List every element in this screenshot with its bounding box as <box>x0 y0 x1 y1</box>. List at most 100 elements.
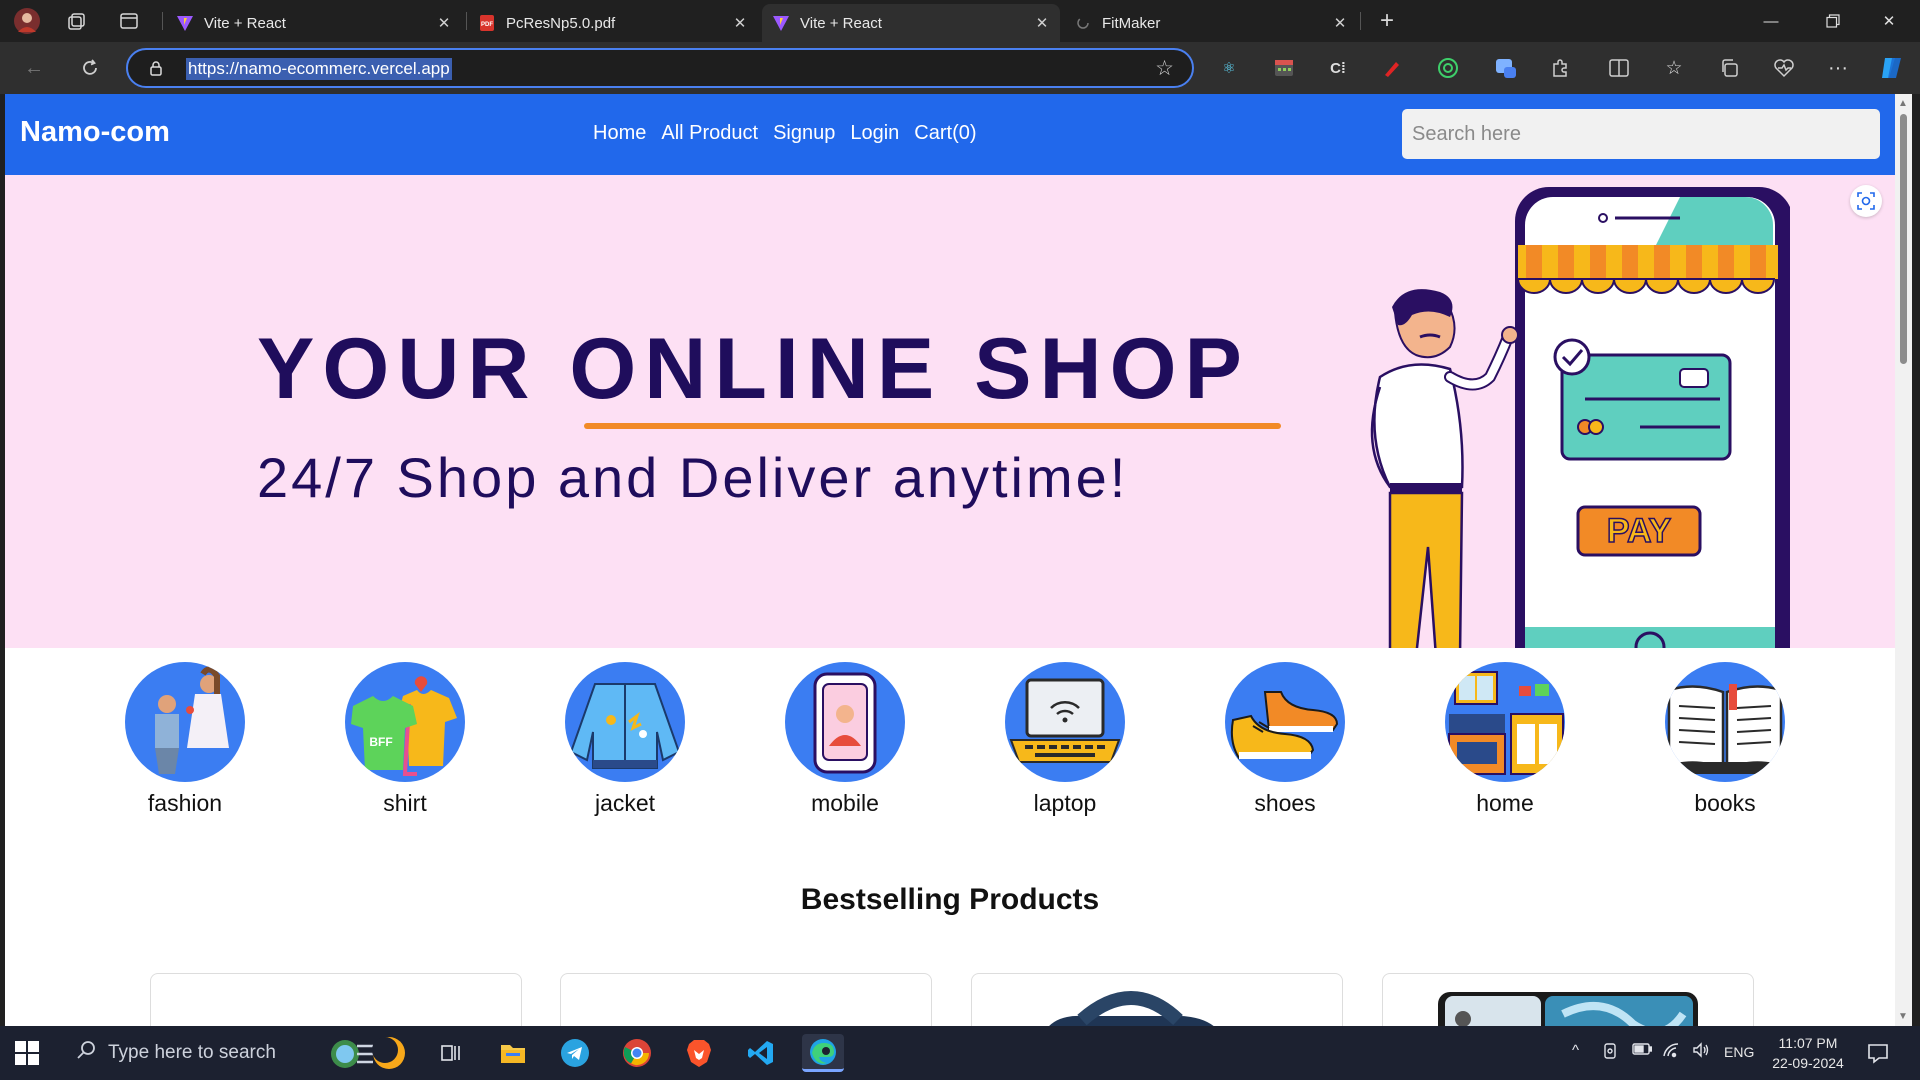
close-icon[interactable]: ✕ <box>1332 14 1348 32</box>
collections-icon[interactable] <box>1715 54 1743 82</box>
telegram-icon[interactable] <box>554 1034 596 1072</box>
shoes-icon <box>1225 662 1345 782</box>
volume-icon[interactable] <box>1692 1042 1710 1062</box>
show-hidden-icons[interactable]: ^ <box>1572 1042 1579 1059</box>
hero-banner: YOUR ONLINE SHOP 24/7 Shop and Deliver a… <box>5 175 1895 648</box>
edge-icon[interactable] <box>802 1034 844 1072</box>
profile-avatar[interactable] <box>12 6 42 36</box>
product-card[interactable] <box>560 973 932 1026</box>
shirt-icon: BFF <box>345 662 465 782</box>
browser-tab-2[interactable]: PDF PcResNp5.0.pdf ✕ <box>468 4 758 42</box>
hero-subtitle: 24/7 Shop and Deliver anytime! <box>257 446 1129 509</box>
product-card[interactable] <box>150 973 522 1026</box>
category-mobile[interactable]: mobile <box>765 662 925 817</box>
file-explorer-icon[interactable] <box>492 1034 534 1072</box>
visual-search-icon[interactable] <box>1850 185 1882 217</box>
extension-code-icon[interactable]: C⁞ <box>1324 54 1352 82</box>
url-text[interactable]: https://namo-ecommerc.vercel.app <box>186 58 452 80</box>
category-books[interactable]: books <box>1645 662 1805 817</box>
browser-tab-3[interactable]: Vite + React ✕ <box>762 4 1060 42</box>
loading-icon <box>1074 14 1092 32</box>
close-icon[interactable]: ✕ <box>1034 14 1050 32</box>
tab-separator <box>466 12 467 30</box>
extension-screenshot-icon[interactable] <box>1492 54 1520 82</box>
network-device-icon[interactable] <box>1602 1042 1618 1064</box>
category-fashion[interactable]: fashion <box>105 662 265 817</box>
extension-pen-icon[interactable] <box>1378 54 1406 82</box>
windows-start-icon[interactable] <box>14 1040 40 1066</box>
taskbar-search-placeholder: Type here to search <box>108 1042 276 1063</box>
address-bar[interactable]: https://namo-ecommerc.vercel.app ☆ <box>126 48 1194 88</box>
nav-link-cart[interactable]: Cart(0) <box>914 122 976 145</box>
extension-target-icon[interactable] <box>1434 54 1462 82</box>
category-label: mobile <box>811 790 879 816</box>
search-input[interactable] <box>1402 109 1880 159</box>
react-devtools-icon[interactable]: ⚛ <box>1215 54 1243 82</box>
battery-icon[interactable] <box>1632 1042 1653 1060</box>
notification-center-icon[interactable] <box>1866 1041 1890 1065</box>
nav-link-login[interactable]: Login <box>850 122 899 145</box>
browser-tab-strip: Vite + React ✕ PDF PcResNp5.0.pdf ✕ Vite… <box>0 0 1920 42</box>
vite-icon <box>772 14 790 32</box>
category-label: shoes <box>1254 790 1316 816</box>
extension-calendar-icon[interactable] <box>1270 54 1298 82</box>
category-label: books <box>1694 790 1756 816</box>
category-home[interactable]: home <box>1425 662 1585 817</box>
scroll-up-icon[interactable]: ▲ <box>1898 98 1908 109</box>
split-screen-icon[interactable] <box>1605 54 1633 82</box>
close-icon[interactable]: ✕ <box>732 14 748 32</box>
category-label: jacket <box>594 790 656 816</box>
books-icon <box>1665 662 1785 782</box>
windows-taskbar: Type here to search ^ ENG 11:07 PM 22-09… <box>0 1026 1920 1080</box>
category-jacket[interactable]: jacket <box>545 662 705 817</box>
scroll-down-icon[interactable]: ▼ <box>1898 1011 1908 1022</box>
browser-tab-4[interactable]: FitMaker ✕ <box>1064 4 1358 42</box>
nav-link-all-product[interactable]: All Product <box>661 122 758 145</box>
home-icon <box>1445 662 1565 782</box>
system-clock[interactable]: 11:07 PM 22-09-2024 <box>1768 1033 1848 1073</box>
restore-icon[interactable] <box>1810 6 1856 36</box>
more-menu-icon[interactable]: ··· <box>1824 54 1852 82</box>
minimize-icon[interactable]: — <box>1748 6 1794 36</box>
close-window-icon[interactable]: ✕ <box>1866 6 1912 36</box>
page-scrollbar[interactable]: ▲ ▼ <box>1895 94 1912 1026</box>
extensions-puzzle-icon[interactable] <box>1546 54 1574 82</box>
nav-link-home[interactable]: Home <box>593 122 646 145</box>
category-shirt[interactable]: BFF shirt <box>325 662 485 817</box>
browser-tab-1[interactable]: Vite + React ✕ <box>166 4 462 42</box>
product-card[interactable] <box>971 973 1343 1026</box>
browser-essentials-icon[interactable] <box>1770 54 1798 82</box>
shop-illustration: PAY <box>1370 187 1790 648</box>
lock-icon[interactable] <box>148 60 164 76</box>
category-shoes[interactable]: shoes <box>1205 662 1365 817</box>
category-label: fashion <box>147 790 223 816</box>
jacket-icon <box>565 662 685 782</box>
brave-icon[interactable] <box>678 1034 720 1072</box>
brand-logo[interactable]: Namo-com <box>20 116 170 149</box>
new-tab-icon[interactable]: + <box>1372 6 1402 36</box>
fashion-icon <box>125 662 245 782</box>
close-icon[interactable]: ✕ <box>436 14 452 32</box>
reload-icon[interactable] <box>74 52 106 84</box>
vscode-icon[interactable] <box>740 1034 782 1072</box>
clock-date: 22-09-2024 <box>1772 1055 1844 1071</box>
task-view-icon[interactable] <box>430 1034 472 1072</box>
product-card[interactable] <box>1382 973 1754 1026</box>
tab-title: Vite + React <box>204 14 286 32</box>
taskbar-search[interactable]: Type here to search <box>62 1026 422 1080</box>
favorite-star-icon[interactable]: ☆ <box>1155 56 1174 81</box>
back-icon[interactable]: ← <box>18 52 50 84</box>
vertical-tabs-icon[interactable] <box>114 6 144 36</box>
workspaces-icon[interactable] <box>62 6 92 36</box>
hero-underline <box>584 423 1281 429</box>
chrome-icon[interactable] <box>616 1034 658 1072</box>
favorites-icon[interactable]: ☆ <box>1660 54 1688 82</box>
language-indicator[interactable]: ENG <box>1724 1044 1754 1060</box>
wifi-icon[interactable] <box>1662 1042 1680 1062</box>
copilot-icon[interactable] <box>1878 54 1906 82</box>
product-image <box>1438 992 1698 1026</box>
scrollbar-thumb[interactable] <box>1900 114 1907 364</box>
nav-link-signup[interactable]: Signup <box>773 122 835 145</box>
svg-text:PDF: PDF <box>481 22 493 28</box>
category-laptop[interactable]: laptop <box>985 662 1145 817</box>
